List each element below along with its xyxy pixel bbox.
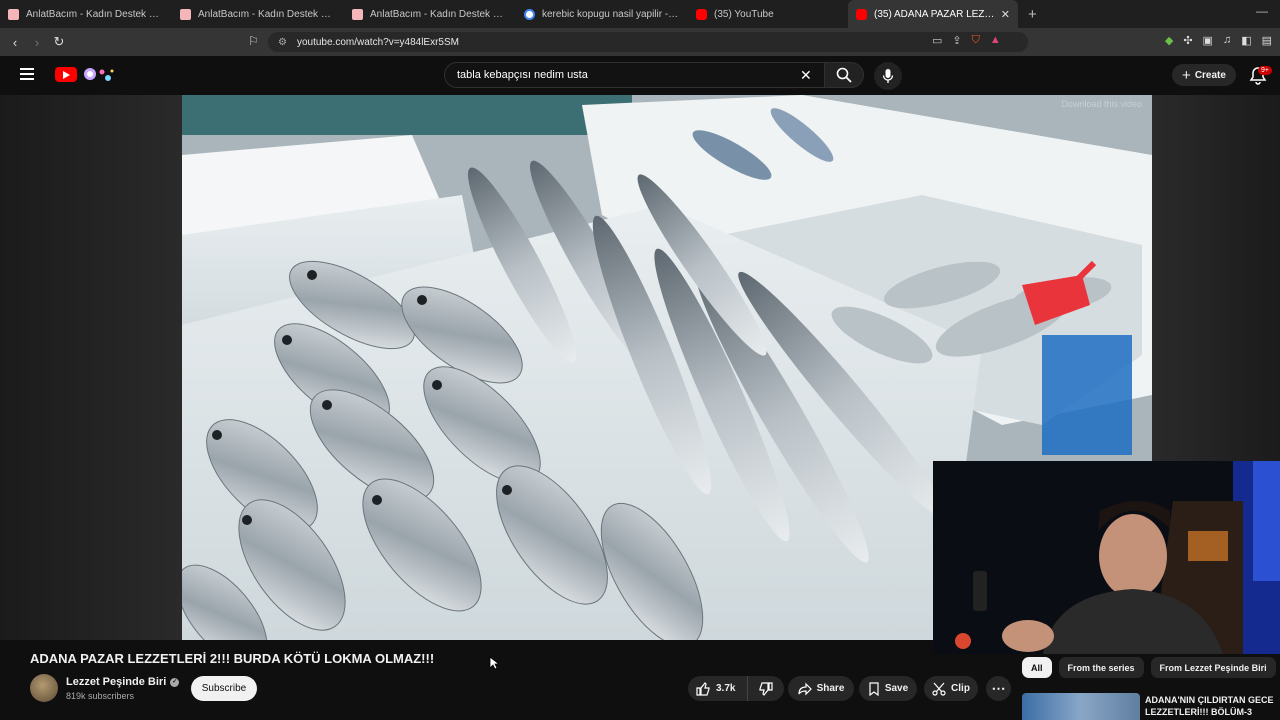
share-button[interactable]: Share (788, 676, 854, 701)
bookmark-save-icon (869, 681, 879, 696)
chip-from-channel[interactable]: From Lezzet Peşinde Biri (1150, 657, 1276, 678)
notification-badge: 9+ (1258, 66, 1272, 75)
chip-from-the-series[interactable]: From the series (1058, 657, 1144, 678)
brave-shield-icon[interactable]: ⛉ (972, 34, 980, 47)
rewards-icon[interactable]: ▲ (990, 34, 1001, 47)
recommended-thumbnail[interactable] (1022, 693, 1140, 720)
like-count: 3.7k (716, 683, 736, 694)
minimize-button[interactable]: — (1256, 4, 1268, 18)
browser-tab[interactable]: (35) YouTube (688, 0, 848, 28)
url-field[interactable]: ⚙ youtube.com/watch?v=y484lExr5SM (268, 32, 1028, 52)
reload-icon[interactable]: ↻ (48, 34, 70, 50)
tab-label: (35) YouTube (714, 8, 774, 20)
video-side-left (0, 95, 182, 640)
scissors-icon (932, 682, 946, 696)
thumbs-up-icon (696, 681, 710, 696)
browser-tab-active[interactable]: (35) ADANA PAZAR LEZZETLE✕ (848, 0, 1018, 28)
thumbs-down-icon (759, 681, 773, 696)
clip-label: Clip (951, 683, 970, 694)
tab-favicon-icon (352, 8, 363, 20)
streamer-image (933, 461, 1280, 654)
back-icon[interactable]: ‹ (4, 35, 26, 50)
tab-label: AnlatBacım - Kadın Destek Platformu (370, 8, 508, 20)
puzzle-icon[interactable]: ✣ (1183, 34, 1192, 47)
music-icon[interactable]: ♫ (1223, 34, 1231, 47)
verified-icon: ✓ (170, 677, 180, 687)
browser-tab-strip: AnlatBacım - Kadın Destek Platformu Anla… (0, 0, 1280, 28)
recommended-video-item[interactable]: ADANA'NIN ÇILDIRTAN GECE LEZZETLERİ!!! B… (1022, 693, 1280, 720)
tab-label: AnlatBacım - Kadın Destek Platformu (198, 8, 336, 20)
new-tab-button[interactable]: + (1028, 6, 1037, 23)
bookmark-icon[interactable]: ⚐ (248, 34, 259, 48)
url-text: youtube.com/watch?v=y484lExr5SM (296, 36, 459, 48)
site-info-icon[interactable]: ⚙ (278, 37, 287, 48)
download-watermark: Download this video (1061, 99, 1142, 109)
google-favicon-icon (524, 8, 535, 20)
menu-icon[interactable] (20, 68, 34, 83)
video-title: ADANA PAZAR LEZZETLERİ 2!!! BURDA KÖTÜ L… (30, 651, 435, 666)
tab-favicon-icon (180, 8, 191, 20)
voice-search-button[interactable] (874, 62, 902, 90)
subscribe-button[interactable]: Subscribe (191, 676, 257, 701)
clear-search-icon[interactable]: ✕ (800, 67, 812, 84)
tab-label: kerebic kopugu nasil yapilir - Google (542, 8, 680, 20)
channel-name-row[interactable]: Lezzet Peşinde Biri ✓ (66, 676, 180, 688)
browser-tab[interactable]: kerebic kopugu nasil yapilir - Google (516, 0, 688, 28)
cast-icon[interactable]: ▭ (932, 34, 942, 47)
search-icon (836, 67, 852, 83)
search-input[interactable]: tabla kebapçısı nedim usta (444, 62, 824, 88)
save-label: Save (884, 683, 909, 694)
forward-icon[interactable]: › (26, 35, 48, 50)
share-label: Share (816, 683, 845, 694)
search-button[interactable] (824, 62, 864, 88)
wallet-menu-icon[interactable]: ▤ (1262, 34, 1272, 47)
subscriber-count: 819k subscribers (66, 691, 135, 701)
tab-label: AnlatBacım - Kadın Destek Platformu (26, 8, 164, 20)
channel-name: Lezzet Peşinde Biri (66, 676, 167, 688)
like-dislike-group: 3.7k (688, 676, 784, 701)
recommended-title[interactable]: ADANA'NIN ÇILDIRTAN GECE LEZZETLERİ!!! B… (1145, 694, 1280, 718)
plus-icon: + (1182, 66, 1191, 84)
streamer-webcam-overlay (933, 461, 1280, 654)
extension-icon[interactable]: ◆ (1165, 34, 1173, 47)
omnibox-actions: ▭ ⇪ ⛉ ▲ (932, 34, 1001, 47)
save-button[interactable]: Save (859, 676, 917, 701)
address-bar-row: ‹ › ↻ ⚐ ⚙ youtube.com/watch?v=y484lExr5S… (0, 28, 1280, 56)
tab-label: (35) ADANA PAZAR LEZZETLE (874, 8, 1000, 20)
more-actions-icon[interactable]: ⋯ (986, 676, 1011, 701)
wallet-icon[interactable]: ▣ (1203, 34, 1213, 47)
youtube-logo-icon[interactable] (55, 67, 77, 82)
search-query: tabla kebapçısı nedim usta (457, 69, 588, 81)
share-page-icon[interactable]: ⇪ (952, 34, 961, 47)
share-icon (797, 682, 812, 695)
mouse-cursor-icon (489, 656, 499, 670)
youtube-header: tabla kebapçısı nedim usta ✕ + Create (0, 56, 1280, 94)
microphone-icon (882, 69, 894, 83)
youtube-favicon-icon (696, 8, 707, 20)
browser-tab[interactable]: AnlatBacım - Kadın Destek Platformu (172, 0, 344, 28)
dislike-button[interactable] (748, 681, 784, 696)
sidebar-icon[interactable]: ◧ (1241, 34, 1251, 47)
close-icon[interactable]: ✕ (1001, 8, 1010, 21)
channel-avatar[interactable] (30, 674, 58, 702)
browser-tab[interactable]: AnlatBacım - Kadın Destek Platformu (344, 0, 516, 28)
clip-button[interactable]: Clip (924, 676, 978, 701)
doodle-icon[interactable] (80, 66, 116, 84)
browser-tab[interactable]: AnlatBacım - Kadın Destek Platformu (0, 0, 172, 28)
chip-all[interactable]: All (1022, 657, 1052, 678)
toolbar-icons: ◆ ✣ ▣ ♫ ◧ ▤ (1165, 34, 1272, 47)
recommendation-chips: All From the series From Lezzet Peşinde … (1022, 657, 1276, 678)
tab-favicon-icon (8, 8, 19, 20)
create-label: Create (1194, 69, 1226, 81)
like-button[interactable]: 3.7k (688, 676, 748, 701)
create-button[interactable]: + Create (1172, 64, 1236, 86)
youtube-favicon-icon (856, 8, 867, 20)
